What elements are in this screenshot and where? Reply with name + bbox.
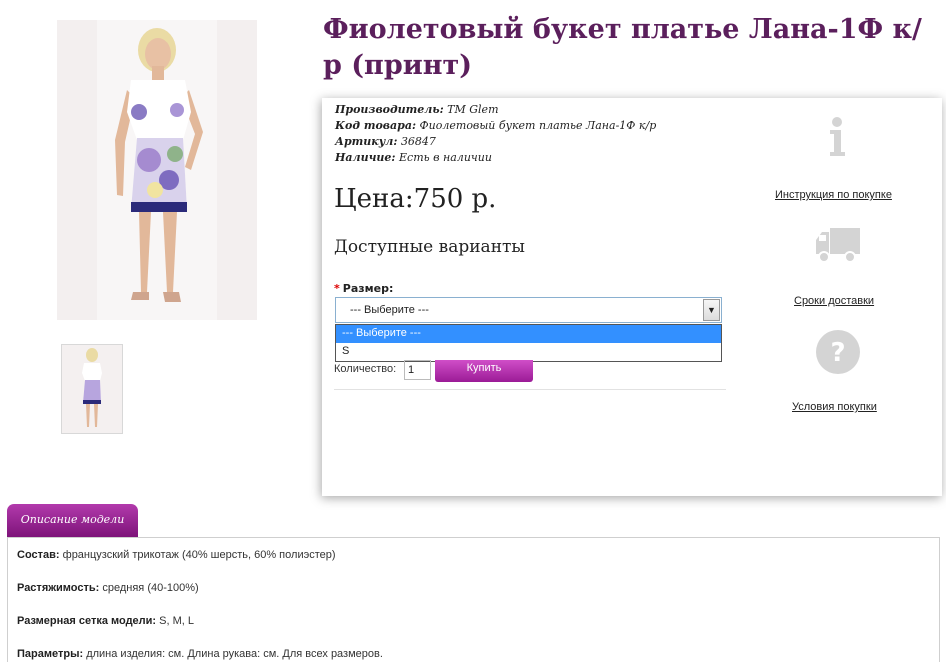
spec-code: Код товара: Фиолетовый букет платье Лана… <box>335 119 656 132</box>
instruction-link[interactable]: Инструкция по покупке <box>775 189 892 201</box>
buy-button[interactable]: Купить <box>435 360 533 382</box>
quantity-input[interactable]: 1 <box>404 360 431 380</box>
size-select[interactable]: --- Выберите --- ▼ <box>335 297 722 323</box>
product-price: Цена:750 р. <box>334 184 497 214</box>
desc-params-label: Параметры: <box>17 648 84 660</box>
product-title: Фиолетовый букет платье Лана-1Ф к/р (при… <box>323 14 922 81</box>
desc-composition-label: Состав: <box>17 549 60 561</box>
chevron-down-icon[interactable]: ▼ <box>703 299 720 321</box>
info-icon[interactable] <box>822 112 852 164</box>
truck-icon[interactable] <box>814 224 862 270</box>
description-panel: Состав: французский трикотаж (40% шерсть… <box>7 537 940 662</box>
terms-link[interactable]: Условия покупки <box>792 401 877 413</box>
size-dropdown-list: --- Выберите --- S <box>335 324 722 362</box>
size-select-value: --- Выберите --- <box>350 304 429 316</box>
quantity-label: Количество: <box>334 363 397 375</box>
spec-code-label: Код товара: <box>335 119 417 132</box>
product-main-image[interactable] <box>57 20 257 320</box>
size-option-s[interactable]: S <box>336 343 721 361</box>
spec-stock-label: Наличие: <box>335 151 396 164</box>
desc-sizes-value: S, M, L <box>159 615 194 627</box>
question-icon[interactable]: ? <box>815 329 861 379</box>
spec-manufacturer: Производитель: TM Glem <box>335 103 499 116</box>
svg-text:?: ? <box>830 338 845 368</box>
spec-article: Артикул: 36847 <box>335 135 436 148</box>
spec-stock-value: Есть в наличии <box>399 151 492 164</box>
spec-manufacturer-value: TM Glem <box>447 103 499 116</box>
spec-article-value: 36847 <box>400 135 436 148</box>
desc-sizes-label: Размерная сетка модели: <box>17 615 157 627</box>
spec-article-label: Артикул: <box>335 135 398 148</box>
desc-stretch-label: Растяжимость: <box>17 582 100 594</box>
spec-code-value: Фиолетовый букет платье Лана-1Ф к/р <box>419 119 657 132</box>
required-mark: * <box>334 282 340 295</box>
spec-manufacturer-label: Производитель: <box>335 103 444 116</box>
delivery-link[interactable]: Сроки доставки <box>794 295 874 307</box>
product-info-panel: Производитель: TM Glem Код товара: Фиоле… <box>322 98 942 496</box>
desc-stretch-value: средняя (40-100%) <box>102 582 199 594</box>
desc-composition: Состав: французский трикотаж (40% шерсть… <box>17 549 336 561</box>
desc-sizes: Размерная сетка модели: S, M, L <box>17 615 194 627</box>
desc-composition-value: французский трикотаж (40% шерсть, 60% по… <box>62 549 336 561</box>
size-label: * Размер: <box>334 282 393 295</box>
desc-params-value: длина изделия: см. Длина рукава: см. Для… <box>86 648 383 660</box>
size-label-text: Размер: <box>342 282 394 295</box>
desc-params: Параметры: длина изделия: см. Длина рука… <box>17 648 383 660</box>
size-option-placeholder[interactable]: --- Выберите --- <box>336 325 721 343</box>
variants-heading: Доступные варианты <box>334 237 525 257</box>
product-thumbnail[interactable] <box>61 344 123 434</box>
tab-description[interactable]: Описание модели <box>7 504 138 538</box>
spec-stock: Наличие: Есть в наличии <box>335 151 492 164</box>
divider <box>334 389 726 390</box>
desc-stretch: Растяжимость: средняя (40-100%) <box>17 582 199 594</box>
